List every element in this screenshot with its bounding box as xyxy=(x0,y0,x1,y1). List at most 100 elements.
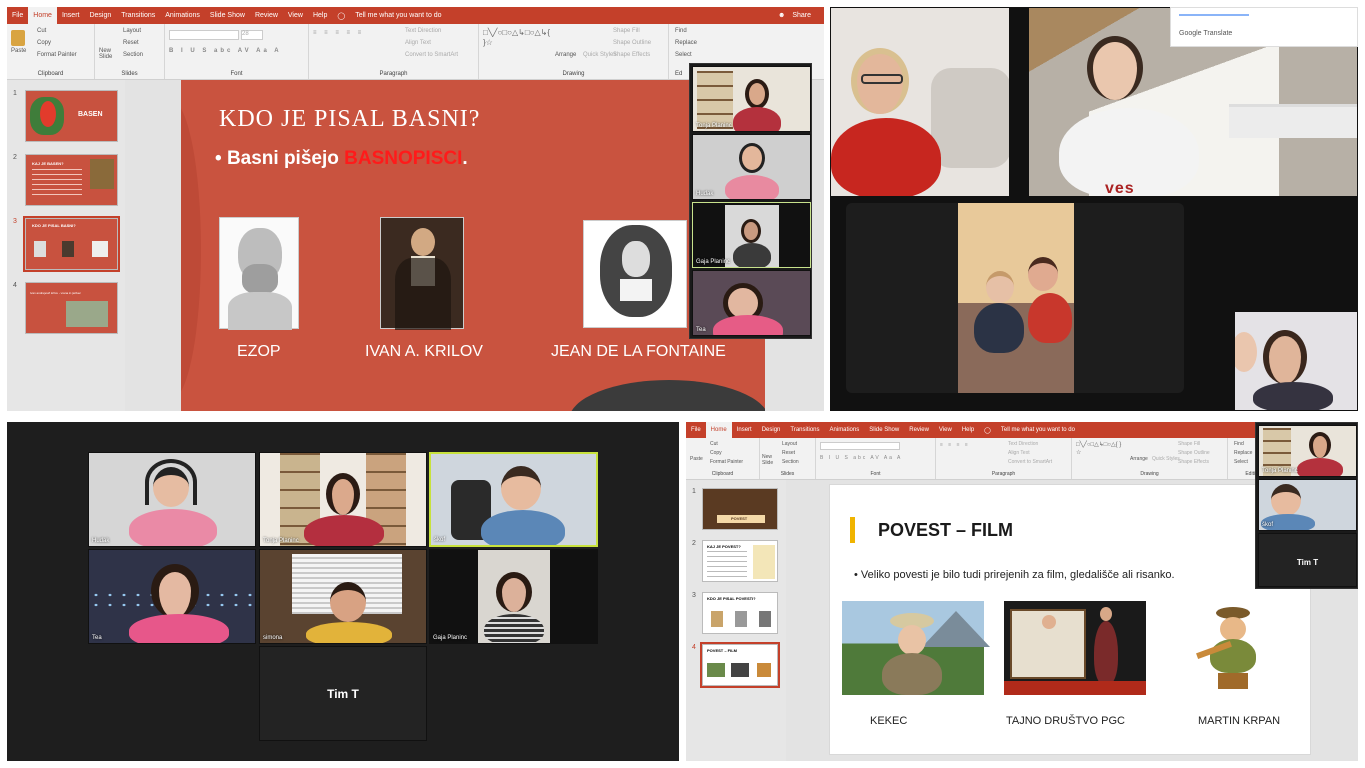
section-button[interactable]: Section xyxy=(123,52,143,58)
format-painter-button[interactable]: Format Painter xyxy=(710,459,743,465)
tab-slide-show[interactable]: Slide Show xyxy=(864,427,904,433)
tab-help[interactable]: Help xyxy=(308,12,332,19)
text-direction-button[interactable]: Text Direction xyxy=(405,28,441,34)
reset-button[interactable]: Reset xyxy=(123,40,139,46)
new-slide-button[interactable]: New Slide xyxy=(99,48,119,60)
slide-4[interactable]: POVEST – FILM • Veliko povesti je bilo t… xyxy=(829,484,1311,755)
shape-effects-button[interactable]: Shape Effects xyxy=(613,52,650,58)
font-format-buttons[interactable]: B I U S abc AV Aa A xyxy=(820,455,902,461)
tab-animations[interactable]: Animations xyxy=(825,427,865,433)
video-tile-tim-t[interactable]: Tim T xyxy=(1258,533,1357,587)
text-direction-button[interactable]: Text Direction xyxy=(1008,441,1038,447)
paragraph-buttons[interactable]: ≡ ≡ ≡ ≡ ≡ xyxy=(313,30,364,36)
video-tile-skof[interactable]: škof xyxy=(429,452,598,547)
layout-button[interactable]: Layout xyxy=(782,441,797,447)
tell-me-search[interactable]: Tell me what you want to do xyxy=(996,427,1080,433)
cut-button[interactable]: Cut xyxy=(37,28,46,34)
paragraph-buttons[interactable]: ≡ ≡ ≡ ≡ xyxy=(940,442,970,448)
tab-file[interactable]: File xyxy=(686,427,706,433)
video-tile-family-couch[interactable] xyxy=(958,203,1074,393)
convert-smartart-button[interactable]: Convert to SmartArt xyxy=(405,52,458,58)
slide-thumbnail-3[interactable]: KDO JE PISAL BASNI? xyxy=(23,216,120,272)
paste-button[interactable]: Paste xyxy=(11,30,26,54)
slide-thumbnail-1[interactable]: POVEST xyxy=(702,488,778,530)
select-button[interactable]: Select xyxy=(1234,459,1248,465)
layout-button[interactable]: Layout xyxy=(123,28,141,34)
video-tile-woman-right[interactable] xyxy=(1234,311,1358,411)
font-size-dropdown[interactable]: 28 xyxy=(241,30,263,40)
format-painter-button[interactable]: Format Painter xyxy=(37,52,77,58)
align-text-button[interactable]: Align Text xyxy=(1008,450,1030,456)
tab-review[interactable]: Review xyxy=(904,427,934,433)
video-tile-tonja[interactable]: Tonja Planinc xyxy=(692,66,811,132)
arrange-button[interactable]: Arrange xyxy=(1130,456,1148,462)
video-tile-hudak[interactable]: Hudak xyxy=(692,134,811,200)
slide-3[interactable]: KDO JE PISAL BASNI? • Basni pišejo BASNO… xyxy=(181,80,765,411)
tab-transitions[interactable]: Transitions xyxy=(785,427,824,433)
paste-button[interactable]: Paste xyxy=(690,456,703,462)
video-tile-tonja[interactable]: Tonja Planinc xyxy=(1258,425,1357,477)
shapes-gallery[interactable]: □╲╱○□△↳□○△{ }☆ xyxy=(1076,441,1126,457)
video-tile-gaja[interactable]: Gaja Planinc xyxy=(429,549,598,644)
tab-design[interactable]: Design xyxy=(84,12,116,19)
find-button[interactable]: Find xyxy=(675,28,687,34)
tab-help[interactable]: Help xyxy=(957,427,979,433)
arrange-button[interactable]: Arrange xyxy=(555,52,576,58)
tab-design[interactable]: Design xyxy=(757,427,786,433)
font-format-buttons[interactable]: B I U S abc AV Aa A xyxy=(169,48,282,54)
shape-fill-button[interactable]: Shape Fill xyxy=(1178,441,1200,447)
tell-me-search[interactable]: Tell me what you want to do xyxy=(350,12,773,19)
tab-review[interactable]: Review xyxy=(250,12,283,19)
slide-thumbnail-4[interactable]: POVEST – FILM xyxy=(700,642,780,688)
video-tile-hudak[interactable]: Hudak xyxy=(88,452,256,547)
tab-insert[interactable]: Insert xyxy=(732,427,757,433)
tab-view[interactable]: View xyxy=(934,427,957,433)
tab-file[interactable]: File xyxy=(7,12,28,19)
align-text-button[interactable]: Align Text xyxy=(405,40,431,46)
reset-button[interactable]: Reset xyxy=(782,450,795,456)
slide-thumbnail-2[interactable]: KAJ JE POVEST? xyxy=(702,540,778,582)
new-slide-button[interactable]: New Slide xyxy=(762,454,778,466)
video-tile-simona[interactable]: simona xyxy=(259,549,427,644)
shape-outline-button[interactable]: Shape Outline xyxy=(1178,450,1210,456)
tab-animations[interactable]: Animations xyxy=(160,12,205,19)
participant-name: Tonja Planinc xyxy=(263,538,299,544)
select-button[interactable]: Select xyxy=(675,52,692,58)
tab-home[interactable]: Home xyxy=(28,7,57,24)
tab-insert[interactable]: Insert xyxy=(57,12,85,19)
shapes-gallery[interactable]: □╲╱○□○△↳□○△↳{ }☆ xyxy=(483,28,550,48)
convert-smartart-button[interactable]: Convert to SmartArt xyxy=(1008,459,1052,465)
video-tile-tea[interactable]: Tea xyxy=(692,270,811,336)
video-tile-tea[interactable]: Tea xyxy=(88,549,256,644)
copy-button[interactable]: Copy xyxy=(710,450,722,456)
slide-thumbnail-2[interactable]: KAJ JE BASEN? xyxy=(25,154,118,206)
copy-button[interactable]: Copy xyxy=(37,40,51,46)
google-translate-popup[interactable]: Google Translate xyxy=(1170,7,1358,47)
shape-effects-button[interactable]: Shape Effects xyxy=(1178,459,1209,465)
video-tile-skof[interactable]: škof xyxy=(1258,479,1357,531)
participant-name-center: Tim T xyxy=(327,687,359,701)
share-button[interactable]: ☻ Share xyxy=(773,12,824,19)
replace-button[interactable]: Replace xyxy=(1234,450,1252,456)
font-name-dropdown[interactable] xyxy=(820,442,900,450)
tab-home[interactable]: Home xyxy=(705,422,732,438)
cut-button[interactable]: Cut xyxy=(710,441,718,447)
slide-thumbnail-1[interactable]: BASEN xyxy=(25,90,118,142)
quick-styles-button[interactable]: Quick Styles xyxy=(583,52,616,58)
slide-thumbnail-3[interactable]: KDO JE PISAL POVESTI? xyxy=(702,592,778,634)
tab-slide-show[interactable]: Slide Show xyxy=(205,12,250,19)
slide-thumbnail-4[interactable]: Ivan andrejevič krilov - vrana in jazbec xyxy=(25,282,118,334)
tab-transitions[interactable]: Transitions xyxy=(116,12,160,19)
quick-styles-button[interactable]: Quick Styles xyxy=(1152,456,1180,462)
find-button[interactable]: Find xyxy=(1234,441,1244,447)
replace-button[interactable]: Replace xyxy=(675,40,697,46)
font-name-dropdown[interactable] xyxy=(169,30,239,40)
shape-outline-button[interactable]: Shape Outline xyxy=(613,40,651,46)
shape-fill-button[interactable]: Shape Fill xyxy=(613,28,640,34)
video-tile-tonja[interactable]: Tonja Planinc xyxy=(259,452,427,547)
video-tile-gaja[interactable]: Gaja Planinc xyxy=(692,202,811,268)
section-button[interactable]: Section xyxy=(782,459,799,465)
video-tile-tim-t[interactable]: Tim T xyxy=(259,646,427,741)
video-tile-woman-glasses[interactable] xyxy=(830,7,1010,197)
tab-view[interactable]: View xyxy=(283,12,308,19)
